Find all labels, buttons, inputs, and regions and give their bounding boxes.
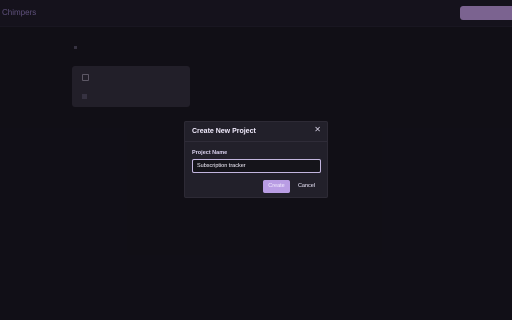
create-button[interactable]: Create bbox=[263, 180, 290, 193]
cancel-button[interactable]: Cancel bbox=[294, 180, 319, 193]
project-name-label: Project Name bbox=[192, 150, 228, 156]
app-root: Chimpers Create New Project ✕ Project Na… bbox=[0, 0, 512, 320]
project-name-input[interactable] bbox=[192, 159, 321, 173]
dialog-title: Create New Project bbox=[192, 128, 256, 135]
close-icon[interactable]: ✕ bbox=[314, 126, 321, 134]
dialog-divider bbox=[185, 141, 327, 142]
create-project-dialog: Create New Project ✕ Project Name Create… bbox=[184, 121, 328, 198]
